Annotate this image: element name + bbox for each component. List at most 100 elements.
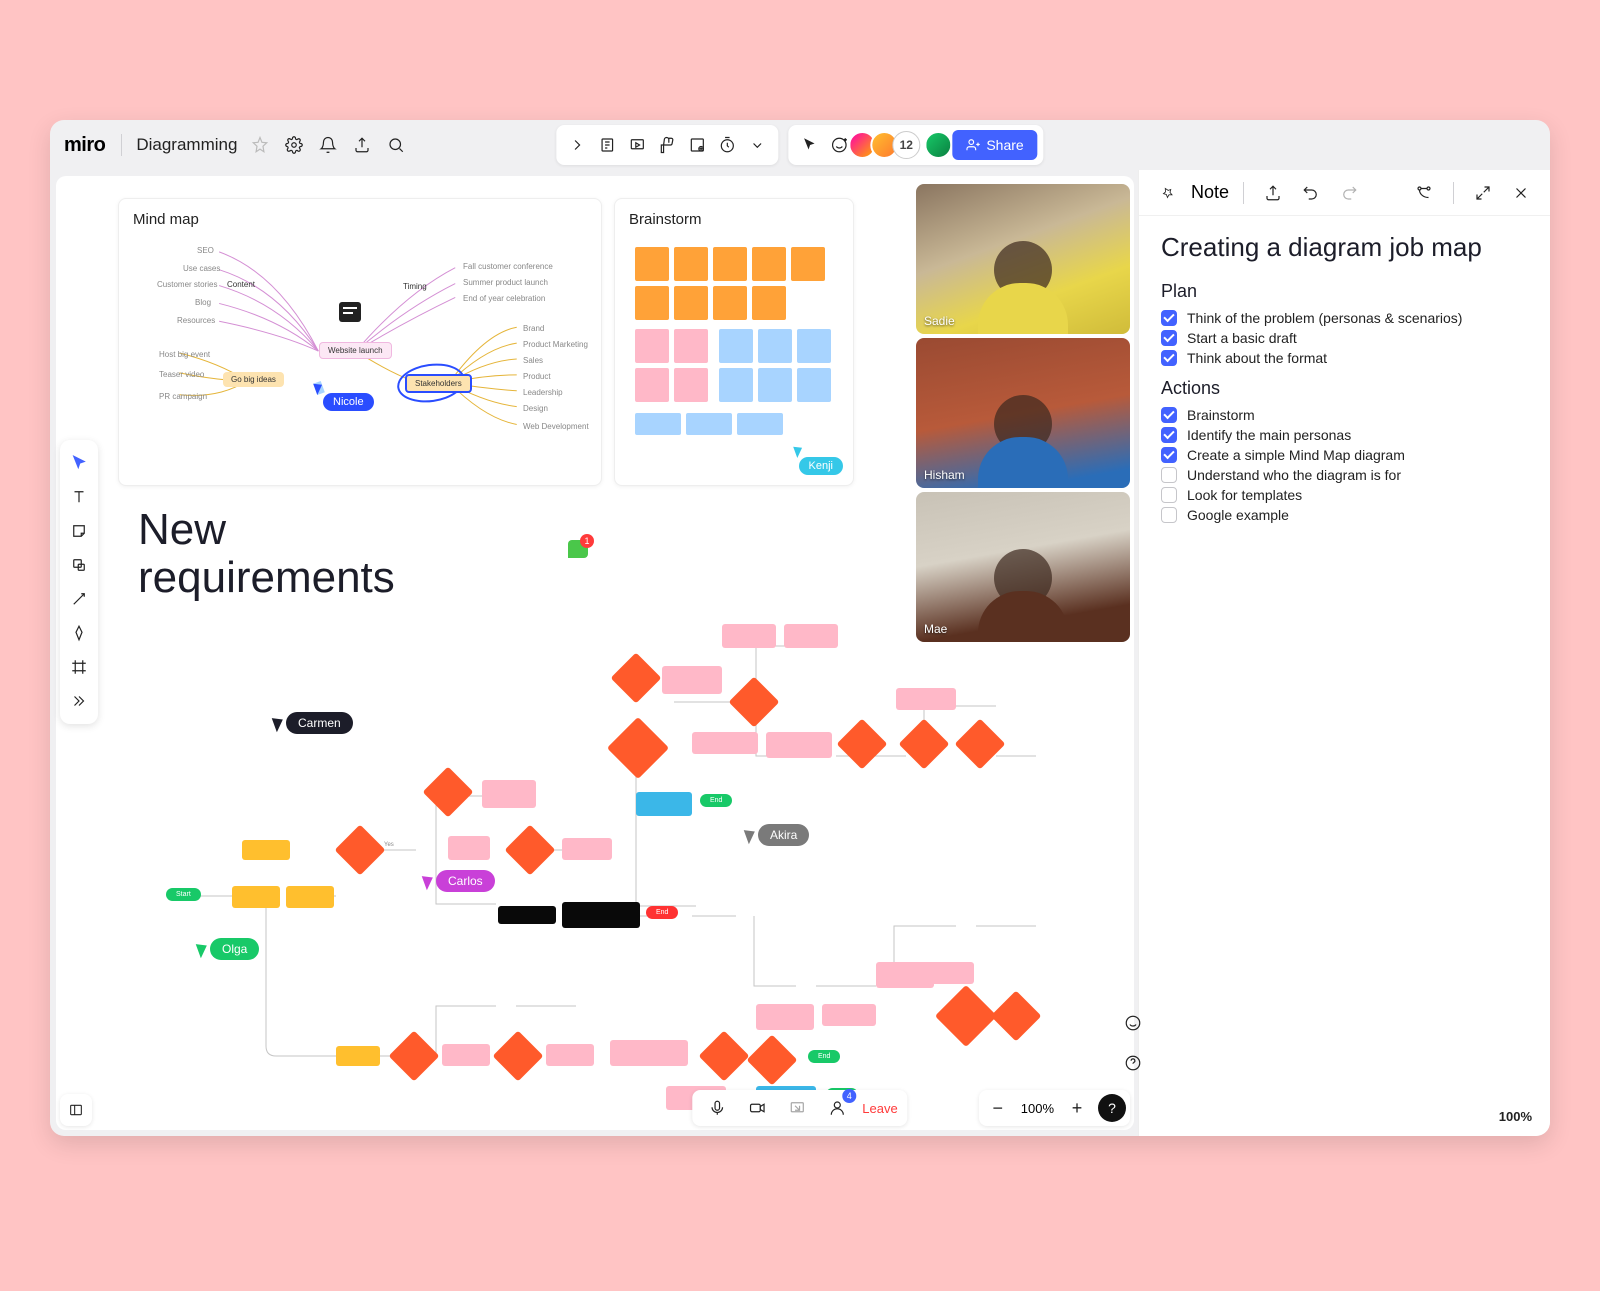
panel-toggle-button[interactable] <box>60 1094 92 1126</box>
mm-node[interactable]: SEO <box>197 246 214 255</box>
flow-rect[interactable] <box>662 666 722 694</box>
note-body[interactable]: Creating a diagram job map Plan Think of… <box>1139 216 1550 551</box>
avatar-stack[interactable]: 12 <box>854 131 920 159</box>
mm-node[interactable]: Product <box>523 372 551 381</box>
share-button[interactable]: Share <box>952 130 1037 160</box>
flow-decision[interactable] <box>837 719 888 770</box>
flow-rect[interactable] <box>610 1040 688 1066</box>
video-tile[interactable]: Sadie <box>916 184 1130 334</box>
flow-rect[interactable] <box>916 962 974 984</box>
sticky-group-pink[interactable] <box>635 329 708 402</box>
flow-rect[interactable] <box>562 838 612 860</box>
timer-icon[interactable] <box>712 130 742 160</box>
pin-icon[interactable] <box>1148 172 1189 213</box>
app-logo[interactable]: miro <box>60 134 111 157</box>
insert-icon[interactable] <box>682 130 712 160</box>
screen-share-icon[interactable] <box>782 1093 812 1123</box>
flow-decision[interactable] <box>699 1031 750 1082</box>
mm-node[interactable]: Fall customer conference <box>463 262 553 271</box>
check-row[interactable]: Start a basic draft <box>1161 330 1528 346</box>
flow-rect[interactable] <box>692 732 758 754</box>
check-row[interactable]: Identify the main personas <box>1161 427 1528 443</box>
tool-shape[interactable] <box>62 548 96 582</box>
flow-end[interactable]: End <box>700 794 732 807</box>
help-icon[interactable] <box>1118 1048 1148 1078</box>
mm-node[interactable]: Summer product launch <box>463 278 548 287</box>
tool-frame[interactable] <box>62 650 96 684</box>
note-title[interactable]: Creating a diagram job map <box>1161 232 1528 263</box>
comment-icon[interactable] <box>339 302 361 322</box>
flow-rect[interactable] <box>822 1004 876 1026</box>
checkbox[interactable] <box>1161 487 1177 503</box>
flow-decision[interactable] <box>335 825 386 876</box>
flow-rect[interactable] <box>482 780 536 808</box>
participants-icon[interactable] <box>822 1093 852 1123</box>
check-row[interactable]: Look for templates <box>1161 487 1528 503</box>
canvas[interactable]: Mind map <box>56 176 1134 1130</box>
flow-decision[interactable] <box>423 767 474 818</box>
export-icon[interactable] <box>347 130 377 160</box>
flow-decision[interactable] <box>607 717 669 779</box>
mm-node[interactable]: Sales <box>523 356 543 365</box>
checkbox[interactable] <box>1161 350 1177 366</box>
video-tile[interactable]: Mae <box>916 492 1130 642</box>
leave-button[interactable]: Leave <box>862 1101 897 1116</box>
chat-icon[interactable] <box>1118 1008 1148 1038</box>
undo-icon[interactable] <box>1296 178 1326 208</box>
flow-rect[interactable] <box>448 836 490 860</box>
mic-icon[interactable] <box>702 1093 732 1123</box>
flow-rect[interactable] <box>442 1044 490 1066</box>
board-title[interactable]: Diagramming <box>132 135 241 155</box>
sticky-group-orange[interactable] <box>635 247 825 320</box>
mm-hub-stakeholders[interactable]: Stakeholders <box>405 374 472 393</box>
checkbox[interactable] <box>1161 467 1177 483</box>
checkbox[interactable] <box>1161 507 1177 523</box>
more-icon[interactable] <box>742 130 772 160</box>
close-icon[interactable] <box>1506 178 1536 208</box>
comment-badge-icon[interactable] <box>568 540 588 558</box>
flow-decision[interactable] <box>747 1035 798 1086</box>
flow-decision[interactable] <box>729 677 780 728</box>
flow-decision[interactable] <box>493 1031 544 1082</box>
flow-end[interactable]: End <box>646 906 678 919</box>
flow-start[interactable]: Start <box>166 888 201 901</box>
camera-icon[interactable] <box>742 1093 772 1123</box>
note-zoom-value[interactable]: 100% <box>1499 1109 1532 1124</box>
mm-node[interactable]: Blog <box>195 298 211 307</box>
check-row[interactable]: Google example <box>1161 507 1528 523</box>
video-tile[interactable]: Hisham <box>916 338 1130 488</box>
flow-rect[interactable] <box>766 732 832 758</box>
flow-rect[interactable] <box>498 906 556 924</box>
check-row[interactable]: Create a simple Mind Map diagram <box>1161 447 1528 463</box>
mm-node[interactable]: Leadership <box>523 388 563 397</box>
star-icon[interactable] <box>245 130 275 160</box>
redo-icon[interactable] <box>1334 178 1364 208</box>
checkbox[interactable] <box>1161 407 1177 423</box>
flow-rect[interactable] <box>756 1004 814 1030</box>
mm-node[interactable]: Use cases <box>183 264 220 273</box>
flow-decision[interactable] <box>611 653 662 704</box>
checkbox[interactable] <box>1161 447 1177 463</box>
flow-rect[interactable] <box>286 886 334 908</box>
flow-decision[interactable] <box>955 719 1006 770</box>
mm-node[interactable]: End of year celebration <box>463 294 545 303</box>
tool-text[interactable] <box>62 480 96 514</box>
flow-rect[interactable] <box>722 624 776 648</box>
mm-node[interactable]: PR campaign <box>159 392 207 401</box>
zoom-value[interactable]: 100% <box>1015 1101 1060 1116</box>
mm-node[interactable]: Teaser video <box>159 370 204 379</box>
tool-pen[interactable] <box>62 616 96 650</box>
avatar-count[interactable]: 12 <box>892 131 920 159</box>
flow-decision[interactable] <box>991 991 1042 1042</box>
mm-node[interactable]: Customer stories <box>157 280 217 289</box>
check-row[interactable]: Think about the format <box>1161 350 1528 366</box>
flow-rect[interactable] <box>896 688 956 710</box>
share-note-icon[interactable] <box>1258 178 1288 208</box>
flowchart-area[interactable]: Start Yes <box>136 606 1124 1110</box>
mm-node[interactable]: Host big event <box>159 350 210 359</box>
frame-brainstorm[interactable]: Brainstorm Kenji <box>614 198 854 486</box>
flow-rect[interactable] <box>242 840 290 860</box>
avatar-self[interactable] <box>924 131 952 159</box>
flow-rect[interactable] <box>636 792 692 816</box>
check-row[interactable]: Understand who the diagram is for <box>1161 467 1528 483</box>
